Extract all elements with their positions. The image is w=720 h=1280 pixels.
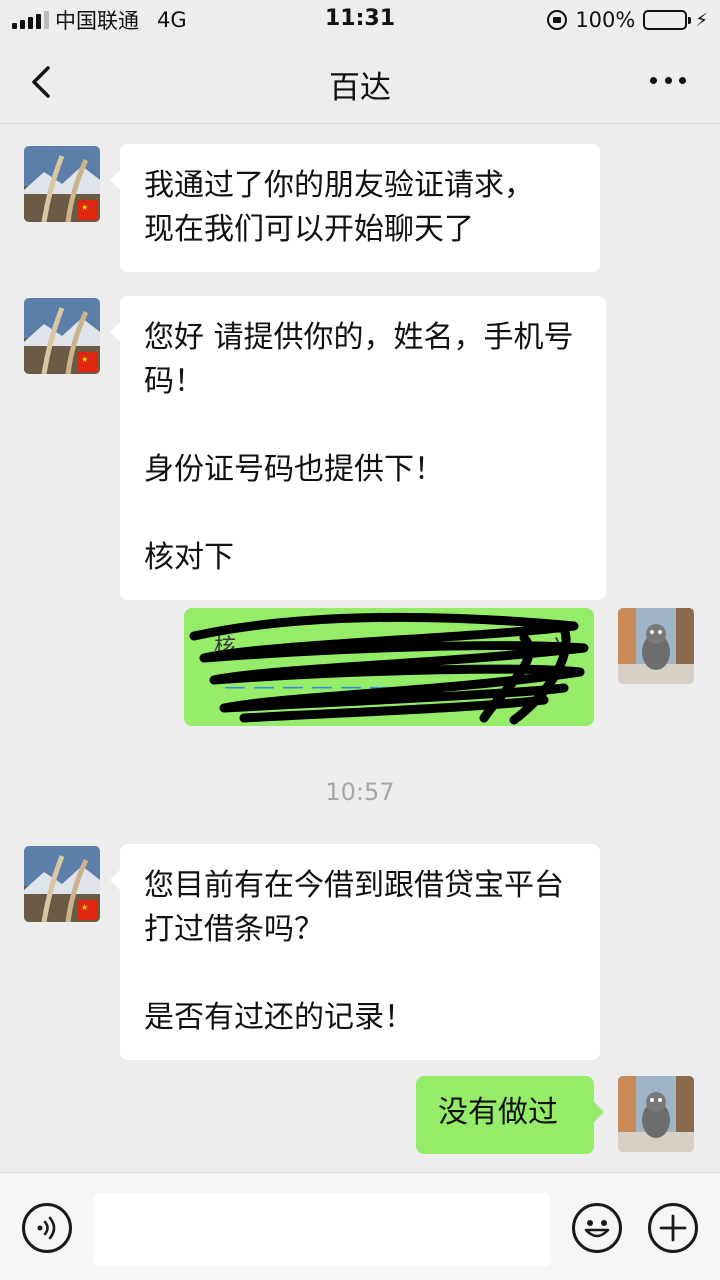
message-text: 核对下 [144, 540, 234, 575]
battery-icon [643, 10, 692, 30]
contact-avatar[interactable]: ★ [24, 846, 100, 922]
redacted-card-bubble[interactable]: 核... ¥ — — — — — — [184, 608, 594, 726]
svg-text:★: ★ [81, 355, 88, 364]
contact-avatar[interactable]: ★ [24, 146, 100, 222]
status-bar: 中国联通 4G 11:31 100% ⚡ [0, 0, 720, 40]
message-bubble[interactable]: 没有做过 [416, 1076, 604, 1154]
my-avatar[interactable] [618, 608, 694, 684]
svg-text:★: ★ [81, 203, 88, 212]
contact-avatar[interactable]: ★ [24, 298, 100, 374]
voice-icon [37, 1216, 56, 1240]
message-text: 我通过了你的朋友验证请求， [144, 168, 534, 203]
message-text: 是否有过还的记录！ [144, 1000, 414, 1035]
plus-icon [659, 1214, 687, 1242]
my-avatar[interactable] [618, 1076, 694, 1152]
more-button[interactable] [650, 68, 686, 92]
status-right: 100% ⚡ [547, 6, 708, 34]
message-bubble[interactable]: 您好 请提供你的，姓名，手机号码！ 身份证号码也提供下！ 核对下 [110, 296, 606, 600]
more-dots-icon [650, 76, 657, 84]
emoji-button[interactable] [572, 1203, 622, 1253]
message-bubble[interactable]: 我通过了你的朋友验证请求， 现在我们可以开始聊天了 [110, 144, 600, 272]
rotation-lock-icon [547, 10, 568, 30]
nav-bar: 百达 [0, 40, 720, 124]
input-bar [0, 1172, 720, 1280]
charging-icon: ⚡ [695, 9, 708, 31]
message-bubble[interactable]: 您目前有在今借到跟借贷宝平台打过借条吗？ 是否有过还的记录！ [110, 844, 600, 1060]
svg-text:★: ★ [81, 903, 88, 912]
chat-area[interactable]: ★ 我通过了你的朋友验证请求， 现在我们可以开始聊天了 ★ 您好 请提供你的，姓… [0, 124, 720, 1172]
message-text: 身份证号码也提供下！ [144, 452, 444, 487]
message-text: 没有做过 [438, 1095, 558, 1130]
scribble-redaction: 核... ¥ — — — — — — [189, 612, 589, 725]
timestamp: 10:57 [325, 778, 395, 806]
emoji-icon [584, 1220, 610, 1238]
voice-button[interactable] [22, 1203, 72, 1253]
message-text: 您目前有在今借到跟借贷宝平台打过借条吗？ [144, 868, 564, 947]
message-text: 您好 请提供你的，姓名，手机号码！ [144, 320, 574, 399]
message-text: 现在我们可以开始聊天了 [144, 212, 474, 247]
battery-percent: 100% [575, 8, 636, 32]
message-input[interactable] [94, 1193, 550, 1267]
chat-title: 百达 [329, 70, 391, 106]
add-button[interactable] [648, 1203, 698, 1253]
